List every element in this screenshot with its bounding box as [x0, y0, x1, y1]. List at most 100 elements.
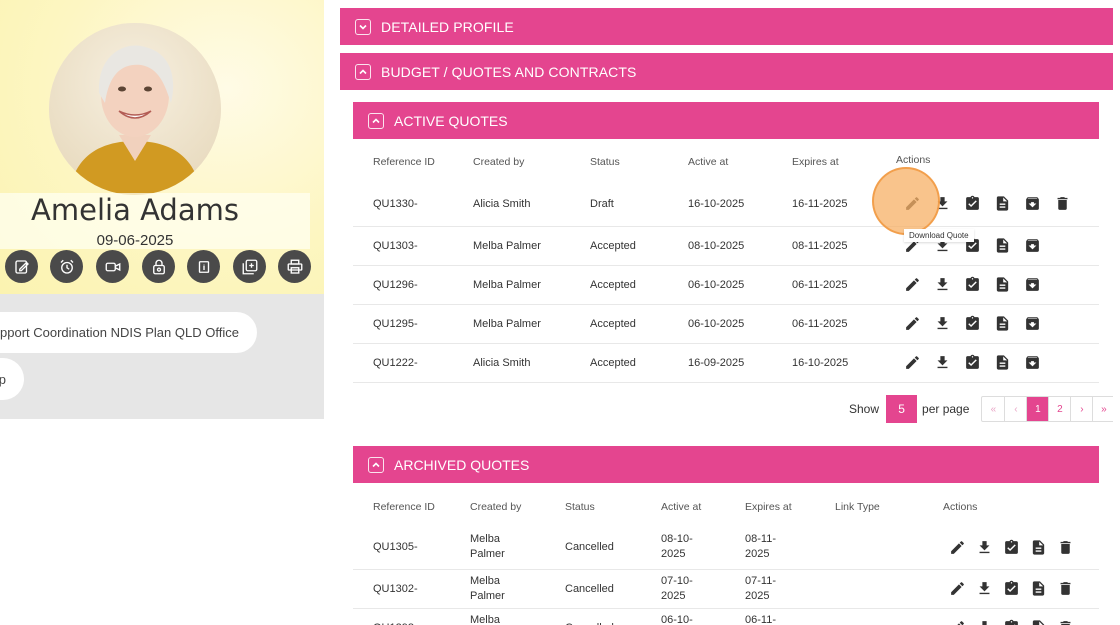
pencil-icon[interactable]	[904, 276, 921, 293]
active-at-cell: 06-10-2025	[641, 608, 725, 625]
document-icon[interactable]	[1030, 619, 1047, 625]
archive-icon[interactable]	[1024, 237, 1041, 254]
page-1-button[interactable]: 1	[1026, 397, 1049, 421]
clipboard-check-icon[interactable]	[964, 195, 981, 212]
table-row: QU1295- Melba Palmer Accepted 06-10-2025…	[353, 304, 1099, 344]
document-icon[interactable]	[994, 195, 1011, 212]
col-created-by: Created by	[473, 156, 525, 168]
download-quote-tooltip: Download Quote	[904, 229, 974, 242]
expires-at-cell: 06-11-2025	[772, 265, 876, 305]
col-link-type: Link Type	[835, 501, 880, 513]
active-at-cell: 08-10-2025	[641, 526, 725, 570]
table-row: QU1298- Melba Palmer Cancelled 06-10-202…	[353, 608, 1099, 625]
archived-rows: QU1305- Melba Palmer Cancelled 08-10-202…	[353, 526, 1099, 625]
clipboard-check-icon[interactable]	[964, 354, 981, 371]
document-icon[interactable]	[994, 237, 1011, 254]
clipboard-check-icon[interactable]	[1003, 539, 1020, 556]
chevron-up-icon	[368, 456, 384, 473]
pencil-icon[interactable]	[904, 354, 921, 371]
chevron-up-icon	[355, 63, 371, 80]
ref-cell: QU1302-	[353, 569, 450, 609]
document-icon[interactable]	[994, 276, 1011, 293]
pencil-icon[interactable]	[949, 539, 966, 556]
download-icon[interactable]	[976, 580, 993, 597]
print-button[interactable]	[278, 250, 311, 283]
active-quotes-title: ACTIVE QUOTES	[394, 112, 508, 129]
table-row: QU1222- Alicia Smith Accepted 16-09-2025…	[353, 343, 1099, 383]
scrollbar[interactable]	[1113, 0, 1120, 625]
ref-cell: QU1222-	[353, 343, 453, 383]
clipboard-check-icon[interactable]	[964, 276, 981, 293]
download-icon[interactable]	[934, 354, 951, 371]
app-root: Amelia Adams 09-06-2025 pport Coordinati…	[0, 0, 1120, 625]
chevron-down-icon	[355, 18, 371, 35]
profile-action-row	[0, 250, 324, 286]
info-button[interactable]	[187, 250, 220, 283]
actions-cell	[876, 304, 1099, 344]
col-actions: Actions	[943, 501, 978, 513]
active-at-cell: 06-10-2025	[668, 265, 772, 305]
document-icon[interactable]	[994, 315, 1011, 332]
archive-icon[interactable]	[1024, 354, 1041, 371]
download-icon[interactable]	[976, 539, 993, 556]
active-quotes-table: Reference ID Created by Status Active at…	[353, 142, 1099, 383]
ref-cell: QU1298-	[353, 608, 450, 625]
col-status: Status	[590, 156, 620, 168]
last-page-button[interactable]: »	[1092, 397, 1114, 421]
pencil-icon[interactable]	[904, 315, 921, 332]
pencil-icon[interactable]	[949, 580, 966, 597]
lock-reset-icon	[152, 259, 165, 274]
archive-icon[interactable]	[1024, 195, 1041, 212]
detailed-profile-header[interactable]: DETAILED PROFILE	[340, 8, 1113, 45]
actions-cell	[876, 343, 1099, 383]
col-reference: Reference ID	[373, 156, 435, 168]
status-cell: Cancelled	[545, 569, 641, 609]
clipboard-check-icon[interactable]	[964, 315, 981, 332]
created-by-cell: Melba Palmer	[453, 265, 570, 305]
trash-icon[interactable]	[1054, 195, 1071, 212]
next-page-button[interactable]: ›	[1070, 397, 1092, 421]
page-2-button[interactable]: 2	[1048, 397, 1070, 421]
download-icon[interactable]	[976, 619, 993, 625]
download-icon[interactable]	[934, 276, 951, 293]
prev-page-button[interactable]: ‹	[1004, 397, 1026, 421]
show-label: Show	[849, 402, 880, 416]
archive-icon[interactable]	[1024, 315, 1041, 332]
edit-note-button[interactable]	[5, 250, 38, 283]
lock-reset-button[interactable]	[142, 250, 175, 283]
status-cell: Accepted	[570, 226, 668, 266]
first-page-button[interactable]: «	[982, 397, 1004, 421]
add-box-button[interactable]	[233, 250, 266, 283]
created-by-cell: Melba Palmer	[450, 569, 545, 609]
clipboard-check-icon[interactable]	[1003, 619, 1020, 625]
alarm-button[interactable]	[50, 250, 83, 283]
expires-at-cell: 07-11-2025	[725, 569, 815, 609]
pencil-icon[interactable]	[949, 619, 966, 625]
budget-header[interactable]: BUDGET / QUOTES AND CONTRACTS	[340, 53, 1113, 90]
created-by-cell: Melba Palmer	[450, 608, 545, 625]
actions-cell	[876, 265, 1099, 305]
plan-pill[interactable]: pport Coordination NDIS Plan QLD Office	[0, 312, 257, 353]
document-icon[interactable]	[1030, 539, 1047, 556]
trash-icon[interactable]	[1057, 580, 1074, 597]
table-row: QU1303- Melba Palmer Accepted 08-10-2025…	[353, 226, 1099, 266]
small-pill[interactable]: p	[0, 358, 24, 400]
archived-quotes-header[interactable]: ARCHIVED QUOTES	[353, 446, 1099, 483]
trash-icon[interactable]	[1057, 539, 1074, 556]
active-at-cell: 07-10-2025	[641, 569, 725, 609]
document-icon[interactable]	[994, 354, 1011, 371]
col-reference: Reference ID	[373, 501, 435, 513]
row-actions	[896, 315, 1099, 332]
archive-icon[interactable]	[1024, 276, 1041, 293]
trash-icon[interactable]	[1057, 619, 1074, 625]
video-button[interactable]	[96, 250, 129, 283]
download-icon[interactable]	[934, 315, 951, 332]
clipboard-check-icon[interactable]	[1003, 580, 1020, 597]
per-page-label: per page	[922, 402, 970, 416]
archived-quotes-table: Reference ID Created by Status Active at…	[353, 488, 1099, 625]
status-cell: Accepted	[570, 343, 668, 383]
link-type-cell	[815, 569, 923, 609]
active-quotes-header[interactable]: ACTIVE QUOTES	[353, 102, 1099, 139]
document-icon[interactable]	[1030, 580, 1047, 597]
per-page-select[interactable]: 5	[886, 395, 918, 423]
